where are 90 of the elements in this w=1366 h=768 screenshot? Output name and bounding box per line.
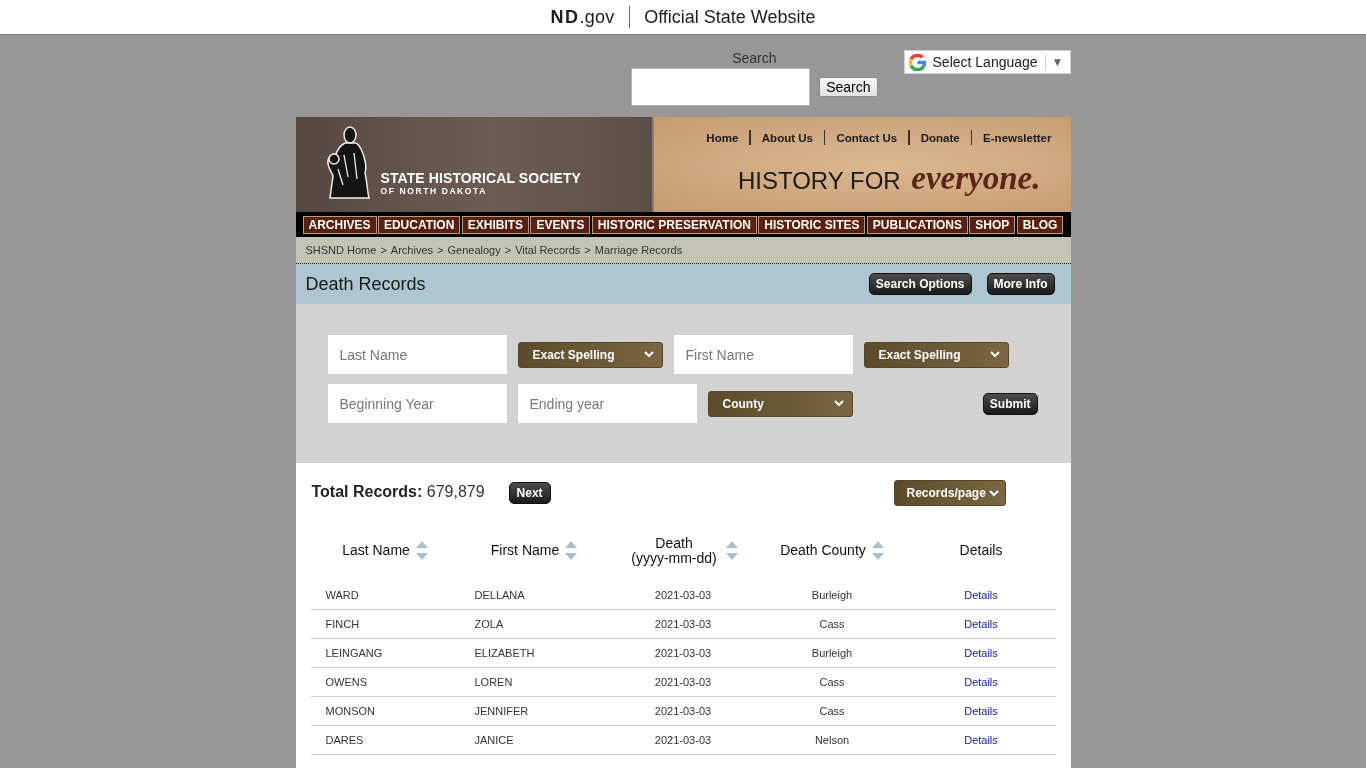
text-input-field[interactable]: Ending year (517, 384, 697, 423)
breadcrumb-separator: > (504, 244, 512, 256)
top-nav-link[interactable]: About Us (761, 130, 813, 145)
table-cell: 2021-03-03 (608, 667, 758, 697)
nav-button[interactable]: EXHIBITS (461, 215, 530, 234)
site-tagline: Official State Website (644, 6, 816, 28)
nav-button[interactable]: BLOG (1016, 215, 1064, 234)
table-cell: JANICE (459, 725, 609, 755)
breadcrumb-link[interactable]: SHSND Home (305, 244, 377, 256)
dropdown[interactable]: Exact Spelling (863, 341, 1009, 368)
details-link[interactable]: Details (964, 589, 998, 601)
table-cell: LEINGANG (310, 638, 460, 668)
details-link[interactable]: Details (964, 618, 998, 630)
column-header: Details (959, 543, 1003, 558)
nav-button[interactable]: ARCHIVES (302, 215, 377, 234)
table-cell: Nelson (757, 725, 907, 755)
breadcrumb-link[interactable]: Archives (390, 244, 434, 256)
page-title: Death Records (305, 273, 426, 295)
nav-button[interactable]: EDUCATION (377, 215, 461, 234)
chevron-down-icon (988, 489, 999, 497)
chevron-down-icon (989, 351, 1000, 358)
top-nav-link[interactable]: Contact Us (836, 130, 898, 145)
nav-button[interactable]: HISTORIC PRESERVATION (591, 215, 757, 234)
slogan-text: HISTORY FOR everyone. (737, 163, 1041, 196)
breadcrumb-link[interactable]: Vital Records (515, 244, 581, 256)
top-nav-link[interactable]: Home (706, 130, 739, 145)
table-cell: Cass (757, 609, 907, 639)
details-link[interactable]: Details (964, 734, 998, 746)
logo-subtitle: OF NORTH DAKOTA (380, 186, 488, 197)
nav-button[interactable]: EVENTS (530, 215, 591, 234)
site-brand[interactable]: ND.gov (550, 6, 615, 28)
table-cell: ELIZABETH (459, 638, 609, 668)
table-cell: ZOLA (459, 609, 609, 639)
nav-button[interactable]: PUBLICATIONS (866, 215, 968, 234)
next-button[interactable]: Next (508, 482, 551, 504)
language-select[interactable]: Select Language ▼ (903, 50, 1071, 74)
table-cell: JENNIFER (459, 696, 609, 726)
sort-arrows-icon[interactable] (565, 541, 578, 560)
dropdown[interactable]: County (707, 390, 853, 417)
breadcrumb-separator: > (437, 244, 444, 256)
nav-button[interactable]: HISTORIC SITES (758, 215, 866, 234)
text-input-field[interactable]: First Name (673, 335, 853, 374)
logo-title: STATE HISTORICAL SOCIETY (380, 170, 581, 186)
sort-arrows-icon[interactable] (415, 541, 428, 560)
details-link[interactable]: Details (964, 647, 998, 659)
column-header[interactable]: First Name (490, 543, 560, 558)
dropdown[interactable]: Exact Spelling (517, 341, 663, 368)
top-nav-link[interactable]: Donate (920, 130, 960, 145)
table-cell: Cass (757, 667, 907, 697)
column-header[interactable]: Last Name (342, 543, 410, 558)
breadcrumb-link[interactable]: Genealogy (447, 244, 501, 256)
column-header[interactable]: Death County (780, 543, 866, 558)
table-cell: 2021-03-03 (608, 638, 758, 668)
search-field[interactable] (631, 68, 811, 106)
table-cell: Burleigh (757, 581, 907, 610)
nav-button[interactable]: SHOP (969, 215, 1016, 234)
dropdown[interactable]: Records/page (893, 480, 1006, 506)
text-input-field[interactable]: Beginning Year (327, 384, 507, 423)
chevron-down-icon (833, 400, 844, 407)
table-cell: Cass (757, 696, 907, 726)
table-cell: LOREN (459, 667, 609, 697)
g-logo-icon (908, 53, 926, 71)
details-link[interactable]: Details (964, 676, 998, 688)
table-cell: 2021-03-03 (608, 581, 758, 610)
submit-button[interactable]: Submit (982, 392, 1038, 415)
column-header[interactable]: Death (yyyy-mm-dd) (628, 535, 720, 566)
details-link[interactable]: Details (964, 705, 998, 717)
table-cell: 2021-03-03 (608, 725, 758, 755)
table-cell: DARES (310, 725, 460, 755)
table-cell: 2021-03-03 (608, 609, 758, 639)
table-cell: DELLANA (459, 581, 609, 610)
table-cell: WARD (310, 581, 460, 610)
breadcrumb-separator: > (380, 244, 387, 256)
text-input-field[interactable]: Last Name (327, 335, 507, 374)
table-cell: FINCH (310, 609, 460, 639)
table-cell: Burleigh (757, 638, 907, 668)
search-button[interactable]: Search (819, 77, 878, 97)
header-button[interactable]: Search Options (868, 273, 972, 295)
top-nav-link[interactable]: E-newsletter (983, 130, 1052, 145)
sort-arrows-icon[interactable] (726, 541, 738, 560)
table-cell: 2021-03-03 (608, 696, 758, 726)
breadcrumb-separator: > (584, 244, 591, 256)
header-button[interactable]: More Info (986, 273, 1055, 295)
table-cell: MONSON (310, 696, 460, 726)
breadcrumb-link[interactable]: Marriage Records (594, 244, 683, 256)
sort-arrows-icon[interactable] (871, 541, 884, 560)
table-cell: OWENS (310, 667, 460, 697)
search-label: Search (732, 50, 777, 67)
total-records-text: Total Records: 679,879 (311, 482, 485, 501)
chevron-down-icon (643, 351, 654, 358)
